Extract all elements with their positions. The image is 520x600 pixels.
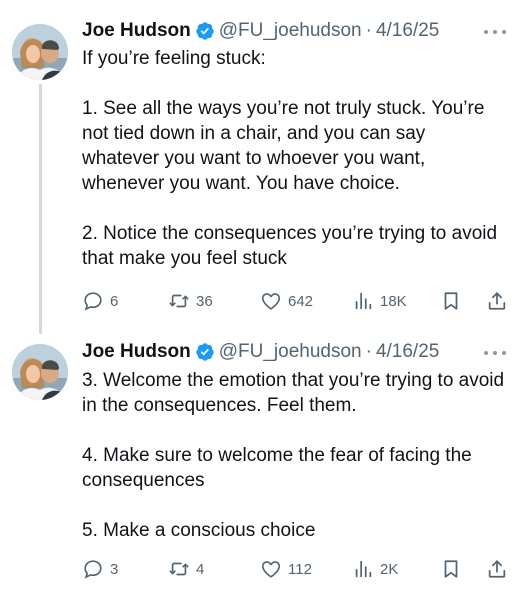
- retweet-count: 36: [196, 292, 213, 310]
- views-button[interactable]: 2K: [352, 557, 398, 581]
- tweet-date[interactable]: 4/16/25: [376, 20, 439, 42]
- bookmark-button[interactable]: [440, 289, 462, 313]
- more-icon[interactable]: [484, 28, 506, 36]
- reply-count: 3: [110, 560, 119, 578]
- share-button[interactable]: [486, 289, 508, 313]
- tweet-text: If you’re feeling stuck: 1. See all the …: [82, 46, 507, 271]
- like-count: 642: [288, 292, 314, 310]
- tweet-header: Joe Hudson @FU_joehudson · 4/16/25: [82, 339, 439, 365]
- reply-icon: [84, 560, 102, 579]
- tweet-paragraph: 2. Notice the consequences you’re trying…: [82, 223, 498, 269]
- share-icon: [488, 292, 506, 310]
- retweet-icon: [169, 294, 189, 308]
- author-handle[interactable]: @FU_joehudson: [219, 20, 362, 42]
- reply-icon: [84, 292, 102, 311]
- avatar-image: [12, 344, 68, 400]
- author-name[interactable]: Joe Hudson: [82, 20, 191, 42]
- tweet-paragraph: 3. Welcome the emotion that you’re tryin…: [82, 370, 505, 416]
- retweet-button[interactable]: 4: [168, 557, 204, 581]
- tweet[interactable]: Joe Hudson @FU_joehudson · 4/16/25 3. We…: [0, 330, 520, 598]
- thread-line: [39, 84, 42, 334]
- tweet-date[interactable]: 4/16/25: [376, 341, 439, 363]
- like-button[interactable]: 112: [260, 557, 312, 581]
- share-icon: [488, 560, 506, 578]
- bookmark-icon: [444, 560, 458, 578]
- views-button[interactable]: 18K: [352, 289, 407, 313]
- tweet-paragraph: 1. See all the ways you’re not truly stu…: [82, 98, 485, 194]
- reply-button[interactable]: 6: [82, 289, 118, 313]
- tweet-paragraph: 5. Make a conscious choice: [82, 520, 316, 541]
- like-button[interactable]: 642: [260, 289, 313, 313]
- action-bar: 6 36 642 18K: [82, 289, 510, 313]
- action-bar: 3 4 112 2K: [82, 557, 510, 581]
- verified-badge-icon: [195, 343, 214, 361]
- avatar-image: [12, 24, 68, 80]
- tweet[interactable]: Joe Hudson @FU_joehudson · 4/16/25 If yo…: [0, 0, 520, 334]
- views-count: 18K: [380, 292, 407, 310]
- reply-count: 6: [110, 292, 119, 310]
- views-count: 2K: [380, 560, 399, 578]
- share-button[interactable]: [486, 557, 508, 581]
- tweet-paragraph: 4. Make sure to welcome the fear of faci…: [82, 445, 472, 491]
- author-handle[interactable]: @FU_joehudson: [219, 341, 362, 363]
- views-icon: [355, 560, 372, 578]
- verified-badge-icon: [195, 22, 214, 40]
- avatar[interactable]: [12, 344, 68, 400]
- tweet-paragraph: If you’re feeling stuck:: [82, 48, 266, 69]
- separator-dot: ·: [365, 341, 372, 362]
- reply-button[interactable]: 3: [82, 557, 118, 581]
- views-icon: [355, 292, 372, 310]
- bookmark-icon: [444, 292, 458, 310]
- tweet-header: Joe Hudson @FU_joehudson · 4/16/25: [82, 18, 439, 44]
- retweet-count: 4: [196, 560, 205, 578]
- more-icon[interactable]: [484, 349, 506, 357]
- separator-dot: ·: [365, 20, 372, 41]
- author-name[interactable]: Joe Hudson: [82, 341, 191, 363]
- bookmark-button[interactable]: [440, 557, 462, 581]
- tweet-text: 3. Welcome the emotion that you’re tryin…: [82, 368, 507, 543]
- retweet-button[interactable]: 36: [168, 289, 213, 313]
- like-count: 112: [288, 560, 312, 578]
- avatar[interactable]: [12, 24, 68, 80]
- like-icon: [261, 293, 281, 310]
- like-icon: [261, 561, 281, 578]
- retweet-icon: [169, 562, 189, 576]
